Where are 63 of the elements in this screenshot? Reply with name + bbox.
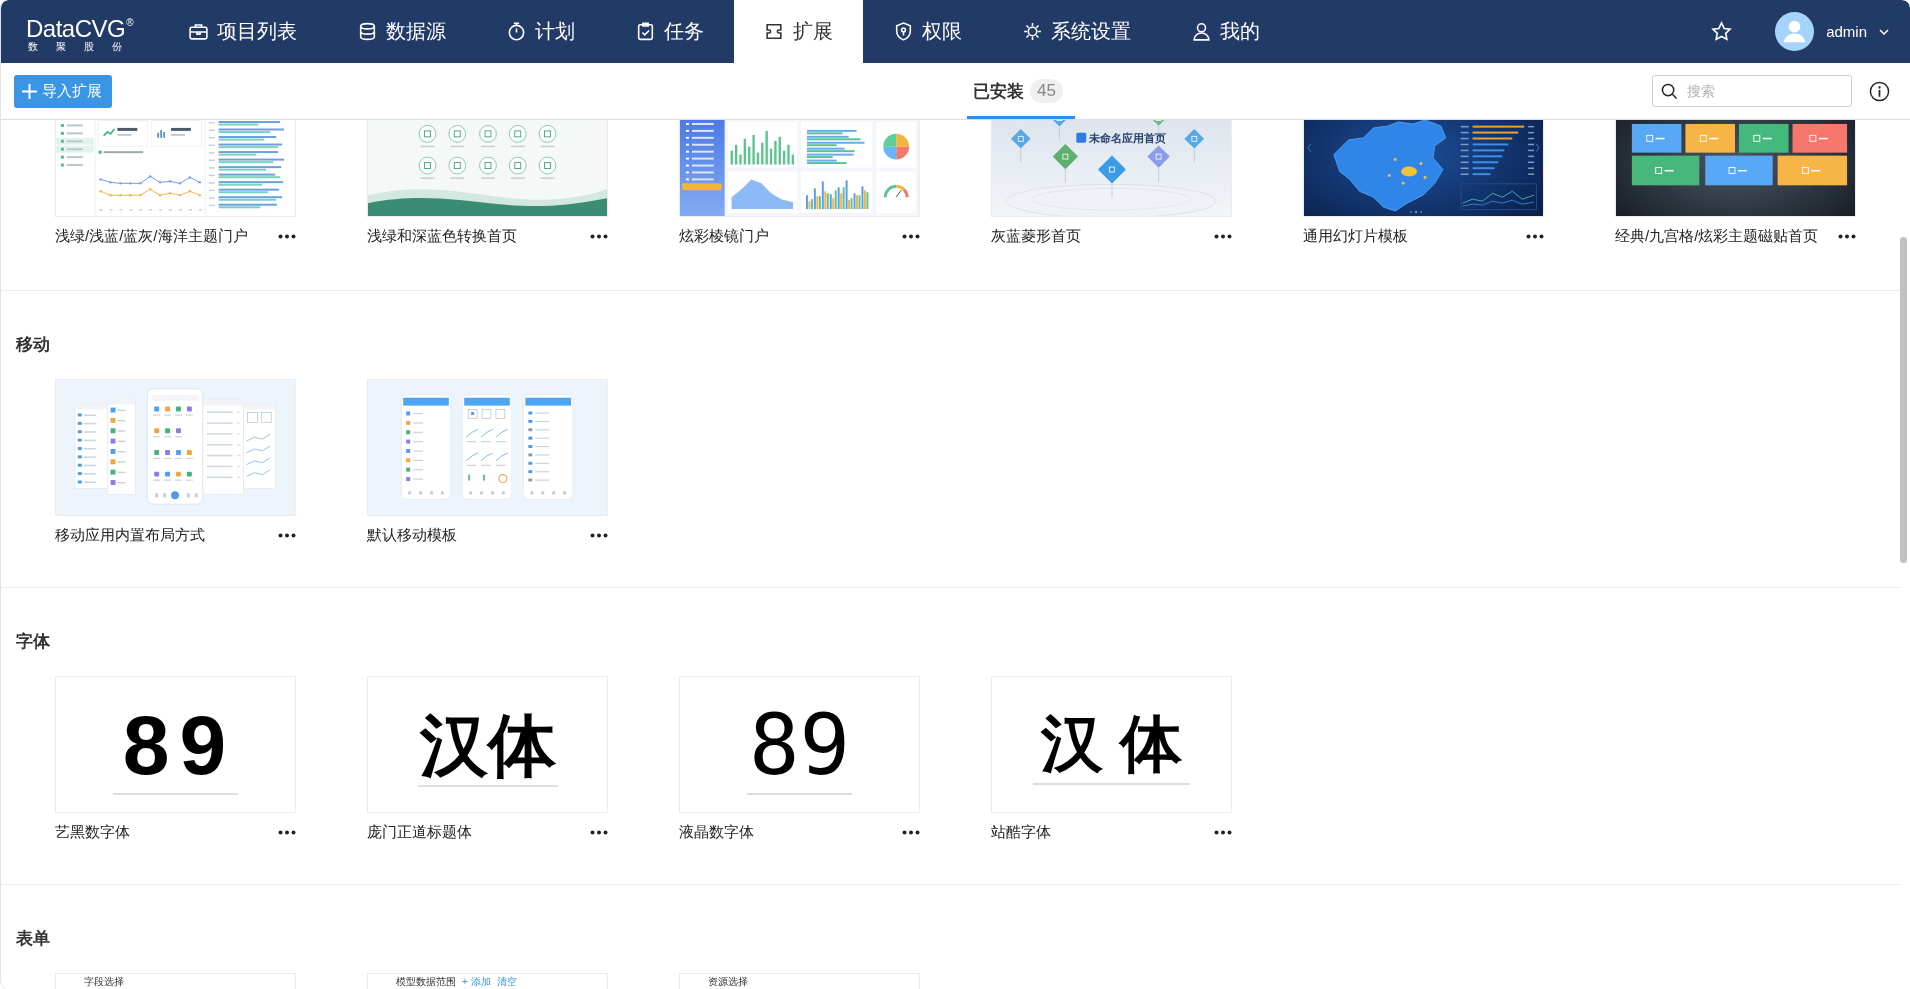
- card-title: 庞门正道标题体: [367, 822, 472, 842]
- search-icon: [1661, 82, 1678, 100]
- card-title: 移动应用内置布局方式: [55, 525, 205, 545]
- puzzle-piece-icon: [764, 21, 785, 42]
- more-icon[interactable]: [1838, 233, 1856, 239]
- count-badge: 45: [1030, 79, 1063, 103]
- section-heading: 移动: [16, 334, 51, 356]
- font-sample: 汉 体: [1032, 712, 1191, 785]
- card-title: 通用幻灯片模板: [1303, 226, 1408, 246]
- shield-icon: [893, 21, 914, 42]
- more-icon[interactable]: [278, 829, 296, 835]
- briefcase-icon: [188, 21, 209, 42]
- font-sample: 汉体: [417, 710, 558, 787]
- card-title: 液晶数字体: [679, 822, 754, 842]
- card-title: 浅绿/浅蓝/蓝灰/海洋主题门户: [55, 226, 248, 246]
- more-icon[interactable]: [278, 532, 296, 538]
- section-heading: 表单: [16, 928, 51, 950]
- card-title: 经典/九宫格/炫彩主题磁贴首页: [1615, 226, 1819, 246]
- nav-tab[interactable]: 扩展: [734, 0, 863, 63]
- font-sample: 89: [746, 702, 853, 795]
- stopwatch-icon: [506, 21, 527, 42]
- more-icon[interactable]: [590, 233, 608, 239]
- nav-tab[interactable]: 项目列表: [158, 0, 327, 63]
- scrollbar-thumb[interactable]: [1900, 237, 1907, 563]
- more-icon[interactable]: [1214, 829, 1232, 835]
- form-title: 字段选择: [84, 976, 124, 988]
- form-title: 资源选择: [708, 976, 748, 988]
- card-title: 浅绿和深蓝色转换首页: [367, 226, 517, 246]
- card-title: 炫彩棱镜门户: [679, 226, 769, 246]
- clipboard-check-icon: [635, 21, 656, 42]
- logo-subtitle: 数聚股份: [28, 40, 140, 53]
- user-icon: [1191, 21, 1212, 42]
- plus-icon: [22, 83, 37, 99]
- more-icon[interactable]: [902, 233, 920, 239]
- more-icon[interactable]: [590, 532, 608, 538]
- card-title: 默认移动模板: [367, 525, 457, 545]
- nav-tab[interactable]: 计划: [476, 0, 605, 63]
- settings-icon: [1022, 21, 1043, 42]
- nav-tab[interactable]: 我的: [1161, 0, 1290, 63]
- nav-tab[interactable]: 权限: [863, 0, 992, 63]
- form-title: 模型数据范围: [396, 976, 456, 988]
- database-icon: [357, 21, 378, 42]
- logo-text: DataCVG$^{®}$: [26, 13, 134, 41]
- more-icon[interactable]: [278, 233, 296, 239]
- font-sample: 89: [112, 702, 239, 795]
- avatar-icon[interactable]: [1775, 12, 1815, 51]
- logo-icon: [1076, 132, 1087, 143]
- more-icon[interactable]: [1214, 233, 1232, 239]
- more-icon[interactable]: [902, 829, 920, 835]
- star-icon[interactable]: [1711, 21, 1733, 42]
- info-icon[interactable]: [1869, 80, 1890, 102]
- card-title: 站酷字体: [991, 822, 1051, 842]
- user-menu-button[interactable]: admin: [1826, 23, 1890, 40]
- section-heading: 字体: [16, 631, 51, 653]
- nav-tab[interactable]: 数据源: [327, 0, 476, 63]
- preview-title: 未命名应用首页: [1089, 131, 1167, 144]
- search-field[interactable]: 搜索: [1652, 75, 1852, 107]
- card-title: 灰蓝菱形首页: [991, 226, 1081, 246]
- nav-tab[interactable]: 系统设置: [992, 0, 1161, 63]
- more-icon[interactable]: [1526, 233, 1544, 239]
- card-title: 艺黑数字体: [55, 822, 130, 842]
- nav-tab[interactable]: 任务: [605, 0, 734, 63]
- more-icon[interactable]: [590, 829, 608, 835]
